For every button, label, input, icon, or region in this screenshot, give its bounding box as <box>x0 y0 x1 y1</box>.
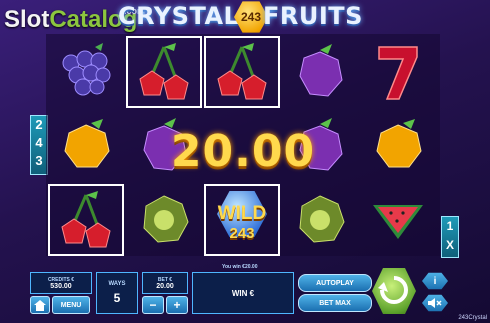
win-amount-overlay: 20.00 <box>170 126 316 177</box>
ways-digit: 3 <box>35 153 43 168</box>
title-left: CRYSTAL <box>118 2 240 30</box>
win-box: WIN € <box>192 272 294 314</box>
home-icon <box>34 299 46 311</box>
orange-icon <box>64 119 110 168</box>
win-label: WIN € <box>231 288 255 298</box>
bet-value: 20.00 <box>156 282 174 290</box>
symbol-wild: WILD 243 <box>204 184 280 256</box>
wild-word: WILD <box>217 203 267 224</box>
ways-value: 5 <box>113 291 121 305</box>
multiplier-x: X <box>445 238 454 252</box>
symbol-watermelon <box>360 184 436 256</box>
control-panel: You win €20.00 CREDITS € 530.00 MENU WAY… <box>26 264 466 318</box>
multiplier-digit: 1 <box>446 219 454 233</box>
bet-box: BET € 20.00 <box>142 272 188 294</box>
symbol-cherries <box>204 36 280 108</box>
symbol-kiwi <box>282 184 358 256</box>
symbol-cherries <box>126 36 202 108</box>
symbol-seven <box>360 36 436 108</box>
bet-max-button[interactable]: BET MAX <box>298 294 372 312</box>
plus-icon: + <box>173 298 181 312</box>
game-title: CRYSTAL 243 FRUITS <box>118 0 388 34</box>
credits-box: CREDITS € 530.00 <box>30 272 92 294</box>
home-button[interactable] <box>30 296 50 314</box>
ways-label: WAYS <box>108 281 126 287</box>
speaker-mute-icon <box>428 298 442 308</box>
watermark-slot: Slot <box>4 6 50 33</box>
plum-icon <box>299 44 343 97</box>
bet-decrease-button[interactable]: − <box>142 296 164 314</box>
info-button[interactable]: i <box>422 272 448 290</box>
minus-icon: − <box>149 298 157 312</box>
title-right: FRUITS <box>263 2 363 30</box>
symbol-orange <box>360 110 436 182</box>
cherries-icon <box>217 43 267 100</box>
watermelon-icon <box>373 205 423 239</box>
grapes-icon <box>62 43 111 96</box>
symbol-plum <box>282 36 358 108</box>
symbol-grapes <box>48 36 124 108</box>
bet-increase-button[interactable]: + <box>166 296 188 314</box>
ways-digit: 2 <box>35 117 43 132</box>
kiwi-icon <box>299 195 345 243</box>
wild-icon: WILD 243 <box>207 187 277 253</box>
seven-icon <box>378 46 418 100</box>
version-label: 243Crystal <box>458 315 487 321</box>
symbol-orange <box>48 110 124 182</box>
wild-number: 243 <box>229 225 255 242</box>
ways-digit: 4 <box>35 135 43 150</box>
symbol-kiwi <box>126 184 202 256</box>
kiwi-icon <box>143 195 189 243</box>
credits-value: 530.00 <box>50 282 72 290</box>
you-win-text: You win €20.00 <box>222 264 258 270</box>
symbol-cherries <box>48 184 124 256</box>
cherries-icon <box>139 43 189 100</box>
sound-button[interactable] <box>422 294 448 312</box>
menu-button[interactable]: MENU <box>52 296 90 314</box>
spin-button[interactable] <box>372 268 416 314</box>
cherries-icon <box>61 191 111 248</box>
spin-arrows-icon <box>378 276 408 304</box>
orange-icon <box>376 119 422 168</box>
multiplier-indicator: 1 X <box>441 216 459 258</box>
autoplay-button[interactable]: AUTOPLAY <box>298 274 372 292</box>
ways-box: WAYS 5 <box>96 272 138 314</box>
